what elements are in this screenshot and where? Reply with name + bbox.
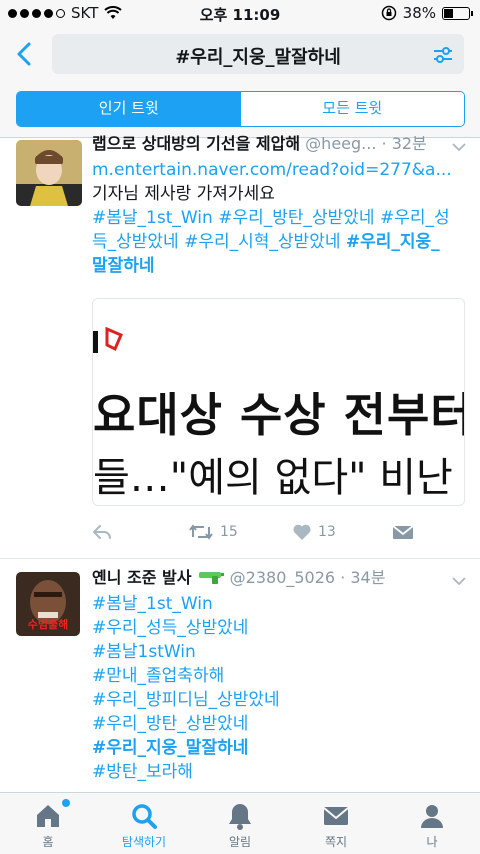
hashtag-link-highlight[interactable]: #우리_지웅_말잘하네 [92,736,468,760]
water-gun-emoji-icon [198,572,224,584]
handle[interactable]: @heeg... [305,134,376,153]
media-graphic-mark [93,327,123,353]
tab-search[interactable]: 탐색하기 [96,793,192,854]
tweet-media-image[interactable]: 요대상 수상 전부터 들…"예의 없다" 비난 [92,298,465,506]
person-icon [421,805,443,828]
tab-top-tweets[interactable]: 인기 트윗 [17,92,241,126]
tab-label: 홈 [42,835,54,849]
home-icon [37,805,59,827]
tab-label: 알림 [228,835,252,849]
retweet-icon [189,524,213,540]
tweet-actions: 15 13 [92,520,422,544]
reply-button[interactable] [92,523,188,541]
battery-info: 38% [381,4,473,22]
tweet-hashtags: #봄날_1st_Win #우리_성득_상받았네 #봄날1stWin #맏내_졸업… [92,592,468,784]
hashtag-link[interactable]: #맏내_졸업축하해 [92,664,468,688]
timestamp: · 32분 [381,134,427,153]
tweet-header: 옌니 조준 발사 @2380_5026 · 34분 [92,566,468,590]
chevron-down-icon[interactable] [452,576,466,586]
bottom-tab-bar: 홈 탐색하기 알림 쪽지 나 [0,792,480,854]
orientation-lock-icon [381,5,396,21]
media-caption-line: 요대상 수상 전부터 [93,388,465,442]
avatar[interactable] [16,140,82,206]
tab-home[interactable]: 홈 [0,793,96,854]
search-icon [132,804,157,829]
hashtag-link[interactable]: #우리_방탄_상받았네 [92,712,468,736]
avatar[interactable]: 수범출해 [16,572,80,636]
tab-messages[interactable]: 쪽지 [288,793,384,854]
retweet-button[interactable]: 15 [188,523,292,541]
tab-me[interactable]: 나 [384,793,480,854]
hashtag-line: 득_상받았네 #우리_시혁_상받았네 #우리_지웅_ [92,230,468,254]
hashtag-link[interactable]: #우리_방피디님_상받았네 [92,688,468,712]
tweet-text: 기자님 제사랑 가져가세요 [92,184,275,204]
timestamp: · 34분 [340,568,386,587]
direct-message-button[interactable] [392,523,414,541]
search-input[interactable]: #우리_지웅_말잘하네 [52,34,464,74]
new-content-dot [62,799,70,807]
retweet-count: 15 [220,524,238,540]
chevron-down-icon[interactable] [452,142,466,152]
hashtag-line[interactable]: #봄날_1st_Win #우리_방탄_상받았네 #우리_성 [92,206,468,230]
hashtag-link[interactable]: #방탄_보라해 [92,760,468,784]
tweet-filter-bar: 인기 트윗 모든 트윗 [0,82,480,138]
hashtag-link[interactable]: #우리_성득_상받았네 [92,616,468,640]
status-bar: SKT 오후 11:09 38% [0,0,480,28]
envelope-share-icon [392,525,414,539]
back-chevron-icon[interactable] [10,38,40,70]
hashtag-link[interactable]: #봄날_1st_Win [92,592,468,616]
like-button[interactable]: 13 [292,523,392,541]
tab-label: 쪽지 [324,835,348,849]
search-filter-icon[interactable] [432,44,454,66]
tweet-divider [0,558,480,559]
search-header: #우리_지웅_말잘하네 [0,28,480,82]
tweet-item[interactable]: 수범출해 옌니 조준 발사 @2380_5026 · 34분 #봄날_1st_W… [0,566,480,792]
avatar-caption: 수범출해 [27,618,69,631]
tweet-header: 랩으로 상대방의 기선을 제압해 @heeg... · 32분 [92,132,468,156]
envelope-icon [323,807,349,825]
hashtag-link[interactable]: 득_상받았네 #우리_시혁_상받았네 [92,232,346,252]
hashtag-link-highlight[interactable]: #우리_지웅_ [346,232,440,252]
media-caption-line: 들…"예의 없다" 비난 [93,455,453,501]
like-count: 13 [318,524,336,540]
hashtag-link[interactable]: #봄날1stWin [92,640,468,664]
tab-notifications[interactable]: 알림 [192,793,288,854]
handle[interactable]: @2380_5026 [230,568,335,587]
hashtag-link-highlight[interactable]: 말잘하네 [92,254,468,278]
tweet-link[interactable]: m.entertain.naver.com/read?oid=277&a... [92,158,468,182]
search-query-text: #우리_지웅_말잘하네 [175,47,341,68]
tab-label: 탐색하기 [121,835,167,849]
tab-label: 나 [426,835,438,849]
display-name[interactable]: 옌니 조준 발사 [92,568,191,587]
bell-icon [229,804,251,830]
display-name[interactable]: 랩으로 상대방의 기선을 제압해 [92,134,300,153]
heart-icon [293,524,311,540]
tab-all-tweets[interactable]: 모든 트윗 [240,92,464,126]
battery-icon [442,6,473,20]
battery-percent: 38% [402,4,436,22]
tweet-filter-segmented-control: 인기 트윗 모든 트윗 [16,91,465,127]
reply-icon [92,525,111,539]
